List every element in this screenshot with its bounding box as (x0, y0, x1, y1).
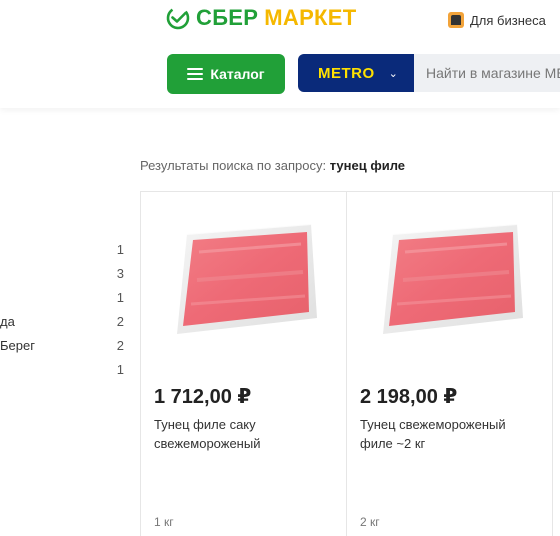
product-weight: 1 кг (154, 515, 174, 529)
filter-count: 2 (116, 314, 124, 329)
business-icon (448, 12, 464, 28)
product-price: 2 198,00 ₽ (360, 386, 458, 408)
filter-count: 3 (116, 266, 124, 281)
filter-item[interactable]: 1 (0, 238, 128, 262)
filter-count: 2 (116, 338, 124, 353)
filter-count: 1 (116, 242, 124, 257)
menu-icon (187, 68, 204, 80)
search-query: тунец филе (329, 158, 406, 173)
catalog-button[interactable]: Каталог (167, 54, 285, 94)
search-results-caption: Результаты поиска по запросу: тунец филе (140, 158, 405, 173)
business-link[interactable]: Для бизнеса (448, 12, 546, 28)
product-grid: 1 712,00 ₽ Тунец филе саку свежеморожены… (140, 191, 560, 536)
search-input[interactable] (414, 54, 560, 92)
sbermarket-logo[interactable]: СБЕР МАРКЕТ (166, 4, 356, 32)
filter-item[interactable]: 1 (0, 358, 128, 382)
chevron-down-icon: ⌄ (388, 67, 398, 80)
filter-label: Берег (0, 338, 35, 353)
filter-item[interactable]: да 2 (0, 310, 128, 334)
sber-logo-icon (166, 6, 190, 30)
business-link-label: Для бизнеса (470, 12, 546, 28)
header: СБЕР МАРКЕТ Для бизнеса Каталог METRO ⌄ (0, 0, 560, 108)
product-card[interactable]: 2 198,00 ₽ Тунец свежемороженый филе ~2 … (347, 192, 553, 536)
product-weight: 2 кг (360, 515, 380, 529)
logo-text: СБЕР МАРКЕТ (196, 5, 356, 31)
logo-text-market: МАРКЕТ (264, 5, 357, 30)
store-name: METRO (318, 64, 375, 82)
catalog-button-label: Каталог (210, 66, 265, 82)
filter-item[interactable]: Берег 2 (0, 334, 128, 358)
filter-list: 1 3 1 да 2 Берег 2 1 (0, 238, 128, 382)
store-selector[interactable]: METRO ⌄ (298, 54, 414, 92)
filter-item[interactable]: 3 (0, 262, 128, 286)
product-image (383, 223, 523, 334)
product-name[interactable]: Тунец свежемороженый филе ~2 кг (360, 415, 540, 453)
filter-label: да (0, 314, 15, 329)
product-image (177, 223, 317, 334)
product-price: 1 712,00 ₽ (154, 386, 252, 408)
search-results-prefix: Результаты поиска по запросу: (140, 158, 327, 173)
filter-item[interactable]: 1 (0, 286, 128, 310)
filter-count: 1 (116, 362, 124, 377)
product-card[interactable]: 1 712,00 ₽ Тунец филе саку свежеморожены… (141, 192, 347, 536)
product-name[interactable]: Тунец филе саку свежемороженый (154, 415, 334, 453)
filter-count: 1 (116, 290, 124, 305)
logo-text-sber: СБЕР (196, 5, 259, 30)
